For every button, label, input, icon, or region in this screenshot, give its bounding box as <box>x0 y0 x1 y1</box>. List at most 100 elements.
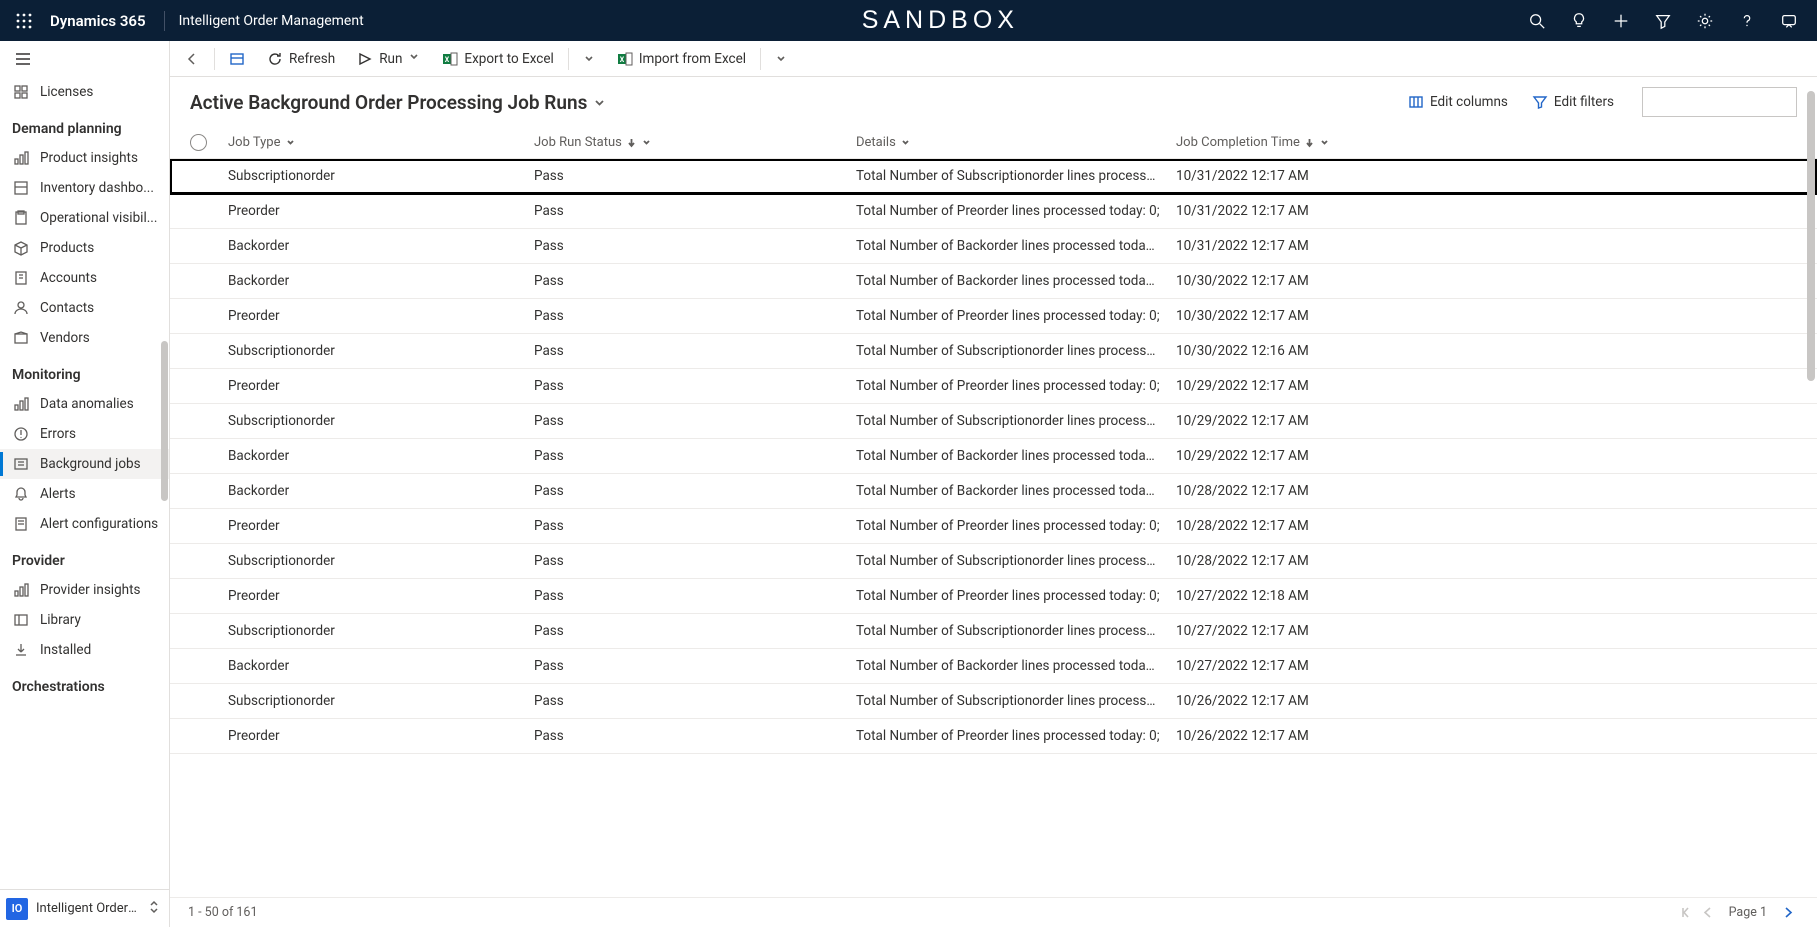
table-row[interactable]: BackorderPassTotal Number of Backorder l… <box>170 264 1817 299</box>
sidebar-item-provider-insights[interactable]: Provider insights <box>0 575 169 605</box>
sidebar-item-products[interactable]: Products <box>0 233 169 263</box>
sidebar-item-contacts[interactable]: Contacts <box>0 293 169 323</box>
table-row[interactable]: PreorderPassTotal Number of Preorder lin… <box>170 509 1817 544</box>
cell-status: Pass <box>534 273 856 289</box>
sidebar-item-data-anomalies[interactable]: Data anomalies <box>0 389 169 419</box>
sidebar-item-alerts[interactable]: Alerts <box>0 479 169 509</box>
hamburger-icon[interactable] <box>0 41 169 77</box>
edit-columns-button[interactable]: Edit columns <box>1402 90 1514 114</box>
table-row[interactable]: SubscriptionorderPassTotal Number of Sub… <box>170 544 1817 579</box>
col-jobtype-label: Job Type <box>228 135 281 150</box>
column-header-status[interactable]: Job Run Status <box>534 135 856 150</box>
group-provider: Provider <box>0 539 169 575</box>
sidebar-item-inventory-dashboard[interactable]: Inventory dashbo... <box>0 173 169 203</box>
table-row[interactable]: BackorderPassTotal Number of Backorder l… <box>170 474 1817 509</box>
table-row[interactable]: BackorderPassTotal Number of Backorder l… <box>170 649 1817 684</box>
table-row[interactable]: PreorderPassTotal Number of Preorder lin… <box>170 719 1817 754</box>
import-excel-button[interactable]: XImport from Excel <box>607 42 756 76</box>
add-icon[interactable] <box>1601 1 1641 41</box>
sidebar-item-label: Inventory dashbo... <box>40 180 154 196</box>
view-header: Active Background Order Processing Job R… <box>170 77 1817 127</box>
sidebar-item-licenses[interactable]: Licenses <box>0 77 169 107</box>
app-switcher[interactable]: IO Intelligent Order ... <box>0 889 169 927</box>
table-row[interactable]: SubscriptionorderPassTotal Number of Sub… <box>170 684 1817 719</box>
box-icon <box>12 239 30 257</box>
search-icon[interactable] <box>1517 1 1557 41</box>
column-header-jobtype[interactable]: Job Type <box>214 135 534 150</box>
cell-status: Pass <box>534 728 856 744</box>
cell-status: Pass <box>534 378 856 394</box>
edit-filters-button[interactable]: Edit filters <box>1526 90 1620 114</box>
export-excel-button[interactable]: XExport to Excel <box>432 42 563 76</box>
keyword-search-box[interactable] <box>1642 87 1797 117</box>
prev-page-button[interactable] <box>1697 906 1719 919</box>
cell-time: 10/28/2022 12:17 AM <box>1176 553 1436 569</box>
sidebar-item-label: Alert configurations <box>40 516 158 532</box>
column-header-details[interactable]: Details <box>856 135 1176 150</box>
refresh-button[interactable]: Refresh <box>257 42 345 76</box>
table-row[interactable]: PreorderPassTotal Number of Preorder lin… <box>170 579 1817 614</box>
cell-time: 10/31/2022 12:17 AM <box>1176 203 1436 219</box>
table-row[interactable]: BackorderPassTotal Number of Backorder l… <box>170 439 1817 474</box>
cell-jobtype: Preorder <box>214 378 534 394</box>
table-row[interactable]: SubscriptionorderPassTotal Number of Sub… <box>170 159 1817 194</box>
divider <box>760 48 761 70</box>
product-name[interactable]: Intelligent Order Management <box>179 13 364 29</box>
sidebar-item-operational-visibility[interactable]: Operational visibil... <box>0 203 169 233</box>
first-page-button[interactable] <box>1675 906 1697 919</box>
cell-jobtype: Backorder <box>214 658 534 674</box>
top-nav: Dynamics 365 Intelligent Order Managemen… <box>0 0 1817 41</box>
back-button[interactable] <box>174 42 210 76</box>
table-row[interactable]: SubscriptionorderPassTotal Number of Sub… <box>170 614 1817 649</box>
cell-status: Pass <box>534 658 856 674</box>
col-status-label: Job Run Status <box>534 135 622 150</box>
sidebar-item-errors[interactable]: Errors <box>0 419 169 449</box>
help-icon[interactable] <box>1727 1 1767 41</box>
chevron-down-icon <box>408 51 420 67</box>
sidebar-item-product-insights[interactable]: Product insights <box>0 143 169 173</box>
sidebar-item-background-jobs[interactable]: Background jobs <box>0 449 169 479</box>
cell-time: 10/29/2022 12:17 AM <box>1176 448 1436 464</box>
sidebar-item-library[interactable]: Library <box>0 605 169 635</box>
focused-view-button[interactable] <box>219 42 255 76</box>
error-icon <box>12 425 30 443</box>
col-details-label: Details <box>856 135 896 150</box>
select-all-checkbox[interactable] <box>190 134 207 151</box>
cell-jobtype: Preorder <box>214 203 534 219</box>
table-row[interactable]: SubscriptionorderPassTotal Number of Sub… <box>170 334 1817 369</box>
sidebar-item-label: Errors <box>40 426 76 442</box>
lightbulb-icon[interactable] <box>1559 1 1599 41</box>
cell-jobtype: Preorder <box>214 518 534 534</box>
dashboard-icon <box>12 179 30 197</box>
table-row[interactable]: BackorderPassTotal Number of Backorder l… <box>170 229 1817 264</box>
cell-status: Pass <box>534 308 856 324</box>
cell-jobtype: Backorder <box>214 483 534 499</box>
record-range: 1 - 50 of 161 <box>188 905 257 920</box>
sidebar-item-alert-configurations[interactable]: Alert configurations <box>0 509 169 539</box>
grid-scrollbar[interactable] <box>1807 91 1815 381</box>
funnel-icon[interactable] <box>1643 1 1683 41</box>
table-row[interactable]: SubscriptionorderPassTotal Number of Sub… <box>170 404 1817 439</box>
cell-details: Total Number of Preorder lines processed… <box>856 728 1176 744</box>
sidebar-item-vendors[interactable]: Vendors <box>0 323 169 353</box>
cell-jobtype: Subscriptionorder <box>214 693 534 709</box>
sidebar-item-installed[interactable]: Installed <box>0 635 169 665</box>
cell-details: Total Number of Subscriptionorder lines … <box>856 168 1176 184</box>
view-selector[interactable]: Active Background Order Processing Job R… <box>190 91 606 114</box>
table-row[interactable]: PreorderPassTotal Number of Preorder lin… <box>170 369 1817 404</box>
table-row[interactable]: PreorderPassTotal Number of Preorder lin… <box>170 194 1817 229</box>
sidebar-item-accounts[interactable]: Accounts <box>0 263 169 293</box>
run-button[interactable]: Run <box>347 42 430 76</box>
cell-details: Total Number of Preorder lines processed… <box>856 203 1176 219</box>
next-page-button[interactable] <box>1777 906 1799 919</box>
sidebar-scrollbar[interactable] <box>161 341 168 501</box>
gear-icon[interactable] <box>1685 1 1725 41</box>
brand-label[interactable]: Dynamics 365 <box>50 12 146 30</box>
cell-status: Pass <box>534 553 856 569</box>
table-row[interactable]: PreorderPassTotal Number of Preorder lin… <box>170 299 1817 334</box>
import-excel-split[interactable] <box>765 42 797 76</box>
column-header-time[interactable]: Job Completion Time <box>1176 135 1436 150</box>
app-launcher-icon[interactable] <box>8 5 40 37</box>
assistant-icon[interactable] <box>1769 1 1809 41</box>
export-excel-split[interactable] <box>573 42 605 76</box>
